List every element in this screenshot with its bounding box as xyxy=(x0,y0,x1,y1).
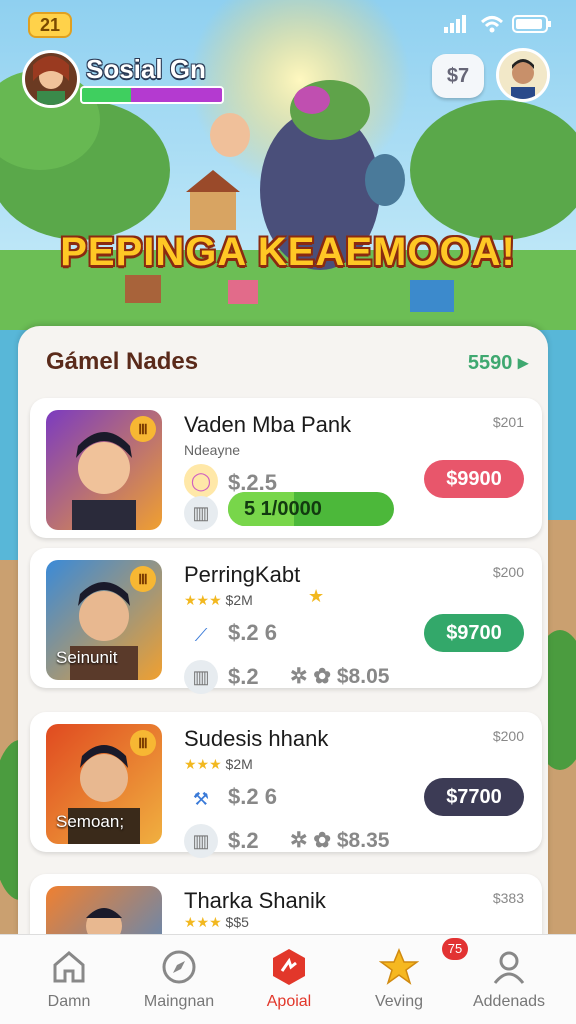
character-name: Tharka Shanik xyxy=(184,888,326,913)
player-avatar[interactable] xyxy=(22,50,80,108)
tab-label: Apoial xyxy=(266,993,312,1010)
rank-badge-icon: Ⅲ xyxy=(130,730,156,756)
level-badge[interactable]: 21 xyxy=(28,12,72,38)
tab-label: Addenads xyxy=(472,993,546,1010)
compass-icon xyxy=(162,950,196,984)
rank-badge-icon: Ⅲ xyxy=(130,416,156,442)
profile-icon xyxy=(493,951,525,984)
character-portrait: Ⅲ Semoan; xyxy=(46,724,162,844)
status-bar: 21 xyxy=(0,6,576,38)
star-rating: ★★★ $2M xyxy=(184,756,253,773)
ring-icon: ◯ xyxy=(184,464,218,498)
star-rating-stars: ★★★ xyxy=(184,756,222,772)
wifi-icon xyxy=(480,16,504,33)
buy-button[interactable]: $9700 xyxy=(424,614,524,652)
tab-explore[interactable]: Maingnan xyxy=(124,935,234,1024)
card-corner-value: $200 xyxy=(492,728,524,744)
character-card[interactable]: Tharka Shanik ★★★ $$5 $383 xyxy=(30,874,542,936)
xp-bar-purple xyxy=(131,88,222,102)
upgrade-progress[interactable]: 5 1/0000 xyxy=(228,492,394,526)
rank-badge-icon: Ⅲ xyxy=(130,566,156,592)
star-rating-stars: ★★★ xyxy=(184,914,222,930)
profile-avatar[interactable] xyxy=(496,48,550,102)
card-corner-value: $200 xyxy=(492,564,524,580)
gem-price: ✲ ✿ $8.35 xyxy=(290,828,389,853)
card-price: $.2 6 xyxy=(228,620,277,645)
panel-see-all-link[interactable]: 5590 ▸ xyxy=(468,350,528,375)
card-panel: Gámel Nades 5590 ▸ Ⅲ Vaden Mba Pank Ndea… xyxy=(18,326,548,936)
character-name: Sudesis hhank xyxy=(184,726,329,751)
card-corner-value: $383 xyxy=(492,890,524,906)
battery-icon xyxy=(512,15,551,33)
character-card[interactable]: Ⅲ Seinunit PerringKabt ★★★ $2M ★ $200 ⟋ … xyxy=(30,548,542,694)
star-icon: ★ xyxy=(308,586,325,606)
star-rating: ★★★ $2M xyxy=(184,592,253,609)
trash-icon[interactable]: ▥ xyxy=(184,660,218,694)
profile-portrait-icon xyxy=(499,51,547,99)
hammer-icon: ⚒ xyxy=(192,789,210,809)
portrait-label: Seinunit xyxy=(56,648,118,667)
character-card[interactable]: Ⅲ Vaden Mba Pank Ndeayne $201 ◯ $.2.5 $9… xyxy=(30,398,542,538)
player-header: Sosial Gn $7 xyxy=(22,48,554,110)
tab-label: Damn xyxy=(47,993,91,1010)
star-icon xyxy=(379,948,419,985)
gem-price: ✲ ✿ $8.05 xyxy=(290,664,389,689)
panel-title: Gámel Nades xyxy=(46,348,199,375)
gem-icon: ✲ ✿ xyxy=(290,665,337,688)
tab-label: Maingnan xyxy=(143,993,215,1010)
home-icon xyxy=(53,951,85,983)
star-rating-text: $2M xyxy=(225,592,253,608)
notification-badge: 75 xyxy=(442,938,468,960)
bottom-tab-bar: Damn Maingnan Apoial Veving Addenads xyxy=(0,934,576,1024)
sword-icon: ⟋ xyxy=(194,625,208,645)
buy-button[interactable]: $7700 xyxy=(424,778,524,816)
buy-button[interactable]: $9900 xyxy=(424,460,524,498)
currency-button[interactable]: $7 xyxy=(432,54,484,98)
character-portrait: Ⅲ xyxy=(46,410,162,530)
tab-special[interactable]: Apoial xyxy=(234,935,344,1024)
tab-rewards[interactable]: Veving xyxy=(344,935,454,1024)
character-name: Vaden Mba Pank xyxy=(184,412,352,437)
card-price-secondary: $.2 xyxy=(228,828,259,853)
upgrade-progress-text: 5 1/0000 xyxy=(244,498,322,520)
star-rating-text: $2M xyxy=(225,756,253,772)
player-portrait-icon xyxy=(33,56,69,105)
signal-icon xyxy=(444,15,466,33)
xp-bar-green xyxy=(82,88,131,102)
character-card[interactable]: Ⅲ Semoan; Sudesis hhank ★★★ $2M $200 ⚒ $… xyxy=(30,712,542,858)
trash-icon[interactable]: ▥ xyxy=(184,824,218,858)
character-name: PerringKabt xyxy=(184,562,301,587)
system-icons xyxy=(444,14,552,34)
tab-home[interactable]: Damn xyxy=(14,935,124,1024)
star-rating-text: $$5 xyxy=(225,914,249,930)
gem-price-value: $8.35 xyxy=(336,829,390,852)
star-rating: ★★★ $$5 xyxy=(184,914,249,931)
tab-profile[interactable]: Addenads xyxy=(454,935,564,1024)
character-subtitle: Ndeayne xyxy=(184,442,241,458)
character-portrait xyxy=(46,886,162,936)
tab-label: Veving xyxy=(374,993,424,1010)
character-portrait: Ⅲ Seinunit xyxy=(46,560,162,680)
trash-icon[interactable]: ▥ xyxy=(184,496,218,530)
hexagon-icon xyxy=(273,949,305,985)
card-price: $.2 6 xyxy=(228,784,277,809)
player-name: Sosial Gn xyxy=(86,54,206,84)
xp-bar xyxy=(80,86,224,104)
gem-price-value: $8.05 xyxy=(336,665,390,688)
card-price-secondary: $.2 xyxy=(228,664,259,689)
gem-icon: ✲ ✿ xyxy=(290,829,337,852)
star-rating-stars: ★★★ xyxy=(184,592,222,608)
character-portrait-art xyxy=(86,908,122,936)
event-banner-title: PEPINGA KEAEMOOA! xyxy=(60,230,516,274)
card-corner-value: $201 xyxy=(492,414,524,430)
portrait-label: Semoan; xyxy=(56,812,125,831)
